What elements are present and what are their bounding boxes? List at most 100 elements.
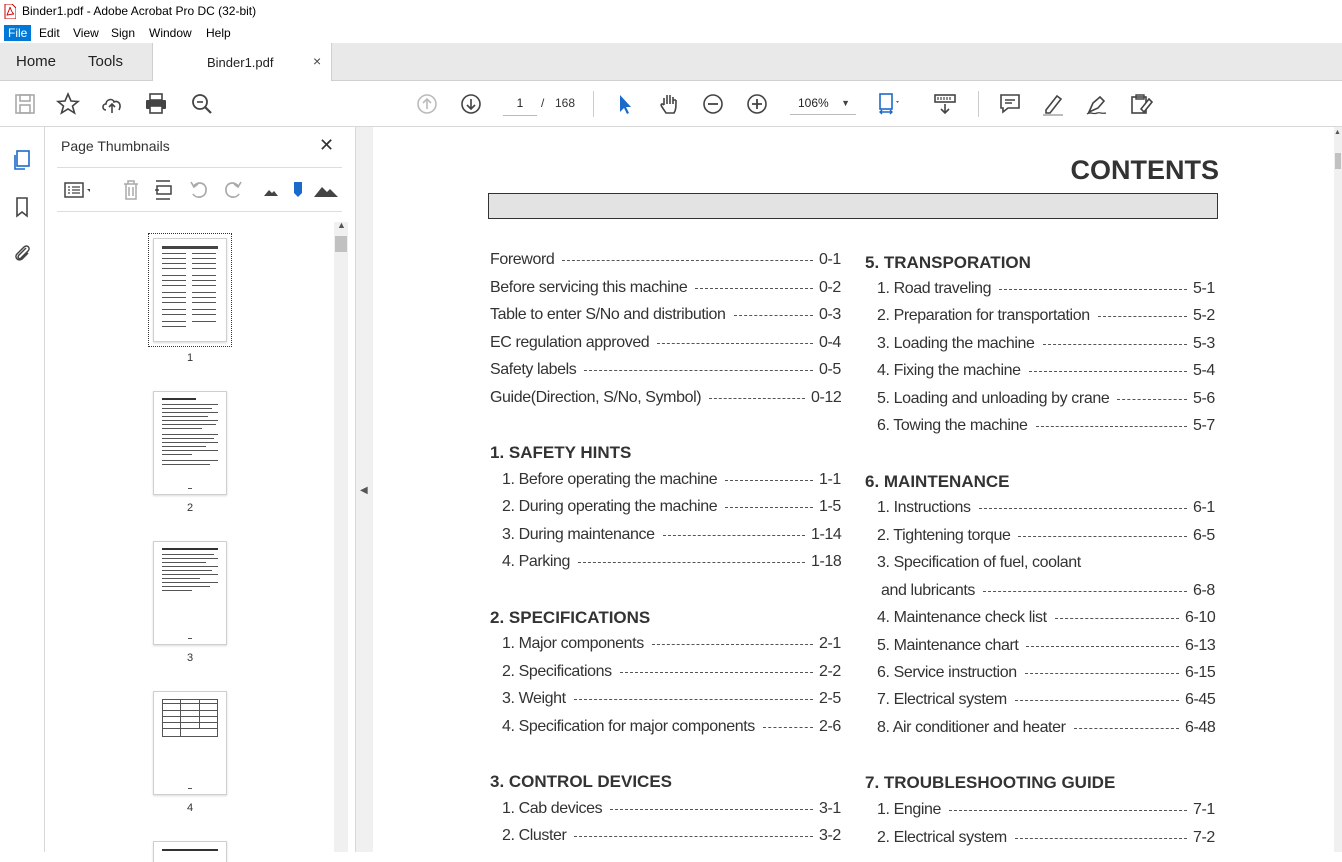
zoom-select[interactable]: 106% ▼ bbox=[790, 91, 856, 115]
contents-entry[interactable]: Safety labels 0-5 bbox=[490, 361, 841, 379]
highlight-pen-icon[interactable] bbox=[1040, 91, 1066, 117]
page-thumbnail[interactable] bbox=[153, 691, 227, 795]
scrollbar-thumb[interactable] bbox=[335, 236, 347, 252]
menu-edit[interactable]: Edit bbox=[35, 25, 64, 41]
sign-pen-icon[interactable] bbox=[1084, 91, 1110, 117]
contents-entry[interactable]: 6. Service instruction 6-15 bbox=[877, 664, 1216, 682]
entry-page-number: 0-1 bbox=[819, 251, 841, 268]
scroll-up-icon[interactable]: ▲ bbox=[1334, 129, 1341, 136]
edit-pdf-icon[interactable] bbox=[1128, 91, 1154, 117]
contents-entry[interactable]: 4. Specification for major components 2-6 bbox=[502, 718, 841, 736]
insert-pages-icon[interactable] bbox=[152, 178, 176, 202]
close-panel-icon[interactable]: ✕ bbox=[319, 135, 334, 156]
tab-document[interactable]: Binder1.pdf × bbox=[152, 43, 332, 81]
select-cursor-icon[interactable] bbox=[612, 91, 638, 117]
contents-entry[interactable]: 1. Cab devices 3-1 bbox=[502, 800, 841, 818]
dotted-leader bbox=[979, 508, 1187, 509]
contents-entry[interactable]: 1. Road traveling 5-1 bbox=[877, 280, 1215, 298]
contents-entry[interactable]: 2. Preparation for transportation 5-2 bbox=[877, 307, 1215, 325]
menu-help[interactable]: Help bbox=[202, 25, 235, 41]
menu-sign[interactable]: Sign bbox=[107, 25, 139, 41]
scroll-up-icon[interactable]: ▲ bbox=[337, 220, 346, 230]
section-heading: 2. SPECIFICATIONS bbox=[490, 608, 651, 627]
contents-entry[interactable]: 2. Tightening torque 6-5 bbox=[877, 527, 1215, 545]
hand-tool-icon[interactable] bbox=[656, 91, 682, 117]
contents-entry[interactable]: 5. Loading and unloading by crane 5-6 bbox=[877, 390, 1215, 408]
close-tab-icon[interactable]: × bbox=[313, 53, 321, 69]
scrollbar-thumb[interactable] bbox=[1335, 153, 1341, 169]
page-thumbnail[interactable] bbox=[153, 541, 227, 645]
contents-entry[interactable]: 1. Engine 7-1 bbox=[877, 801, 1215, 819]
tab-tools[interactable]: Tools bbox=[88, 53, 123, 70]
document-scrollbar[interactable]: ▲ bbox=[1334, 127, 1342, 852]
collapse-panel-handle[interactable]: ◀ bbox=[356, 127, 373, 852]
menu-window[interactable]: Window bbox=[145, 25, 196, 41]
zoom-out-icon[interactable] bbox=[700, 91, 726, 117]
document-view[interactable]: CONTENTS Foreword 0-1 Before servicing thi… bbox=[373, 127, 1334, 852]
attachment-icon[interactable] bbox=[11, 242, 33, 264]
entry-page-number: 0-3 bbox=[819, 306, 841, 323]
contents-entry[interactable]: 1. Before operating the machine 1-1 bbox=[502, 471, 841, 489]
contents-entry[interactable]: 5. Maintenance chart 6-13 bbox=[877, 637, 1216, 655]
contents-entry[interactable]: 2. Specifications 2-2 bbox=[502, 663, 841, 681]
menu-file[interactable]: File bbox=[4, 25, 32, 41]
delete-icon[interactable] bbox=[119, 178, 143, 202]
page-fit-icon[interactable] bbox=[876, 91, 902, 117]
contents-entry[interactable]: 4. Parking 1-18 bbox=[502, 553, 842, 571]
dotted-leader bbox=[1029, 371, 1187, 372]
contents-entry[interactable]: and lubricants 6-8 bbox=[881, 582, 1215, 600]
contents-entry[interactable]: 2. Electrical system 7-2 bbox=[877, 829, 1215, 847]
contents-entry[interactable]: 2. During operating the machine 1-5 bbox=[502, 498, 841, 516]
dotted-leader bbox=[695, 288, 813, 289]
contents-entry[interactable]: Table to enter S/No and distribution 0-3 bbox=[490, 306, 841, 324]
page-thumbnail[interactable] bbox=[148, 233, 232, 347]
rotate-right-icon[interactable] bbox=[221, 178, 245, 202]
bookmark-icon[interactable] bbox=[11, 196, 33, 218]
contents-entry[interactable]: 3. During maintenance 1-14 bbox=[502, 526, 842, 544]
document-tab-label: Binder1.pdf bbox=[207, 55, 274, 70]
options-menu-icon[interactable] bbox=[60, 178, 93, 202]
search-zoom-icon[interactable] bbox=[189, 91, 215, 117]
contents-entry[interactable]: 8. Air conditioner and heater 6-48 bbox=[877, 719, 1216, 737]
page-thumbnails-icon[interactable] bbox=[11, 149, 33, 171]
zoom-in-icon[interactable] bbox=[744, 91, 770, 117]
contents-entry[interactable]: EC regulation approved 0-4 bbox=[490, 334, 841, 352]
entry-label: 4. Specification for major components bbox=[502, 718, 755, 735]
page-number-input[interactable]: 1 bbox=[503, 91, 537, 116]
menu-view[interactable]: View bbox=[69, 25, 103, 41]
comment-icon[interactable] bbox=[997, 91, 1023, 117]
scroll-mode-icon[interactable] bbox=[932, 91, 958, 117]
entry-page-number: 5-6 bbox=[1193, 390, 1215, 407]
thumbnail-size-slider[interactable] bbox=[291, 178, 315, 202]
contents-entry[interactable]: Before servicing this machine 0-2 bbox=[490, 279, 841, 297]
save-icon[interactable] bbox=[12, 91, 38, 117]
large-thumbnails-icon[interactable] bbox=[313, 178, 338, 202]
print-icon[interactable] bbox=[143, 91, 169, 117]
page-thumbnail[interactable] bbox=[153, 391, 227, 495]
dotted-leader bbox=[763, 727, 813, 728]
contents-entry[interactable]: Guide(Direction, S/No, Symbol) 0-12 bbox=[490, 389, 842, 407]
contents-entry[interactable]: Foreword 0-1 bbox=[490, 251, 841, 269]
contents-entry[interactable]: 6. Towing the machine 5-7 bbox=[877, 417, 1215, 435]
contents-entry[interactable]: 1. Instructions 6-1 bbox=[877, 499, 1215, 517]
page-total: 168 bbox=[555, 96, 576, 110]
rotate-left-icon[interactable] bbox=[187, 178, 211, 202]
previous-page-icon[interactable] bbox=[414, 91, 440, 117]
entry-label: 5. Loading and unloading by crane bbox=[877, 390, 1110, 407]
star-icon[interactable] bbox=[55, 91, 81, 117]
contents-entry[interactable]: 7. Electrical system 6-45 bbox=[877, 691, 1216, 709]
next-page-icon[interactable] bbox=[458, 91, 484, 117]
thumbnails-scrollbar[interactable]: ▲ bbox=[334, 220, 348, 852]
contents-entry[interactable]: 4. Fixing the machine 5-4 bbox=[877, 362, 1215, 380]
entry-page-number: 7-2 bbox=[1193, 829, 1215, 846]
contents-entry[interactable]: 3. Loading the machine 5-3 bbox=[877, 335, 1215, 353]
contents-entry[interactable]: 2. Cluster 3-2 bbox=[502, 827, 841, 845]
upload-cloud-icon[interactable] bbox=[99, 91, 125, 117]
contents-entry[interactable]: 4. Maintenance check list 6-10 bbox=[877, 609, 1216, 627]
dotted-leader bbox=[983, 591, 1187, 592]
contents-entry[interactable]: 3. Weight 2-5 bbox=[502, 690, 841, 708]
dotted-leader bbox=[1026, 646, 1179, 647]
tab-home[interactable]: Home bbox=[16, 53, 56, 70]
contents-entry[interactable]: 1. Major components 2-1 bbox=[502, 635, 841, 653]
small-thumbnails-icon[interactable] bbox=[259, 178, 283, 202]
